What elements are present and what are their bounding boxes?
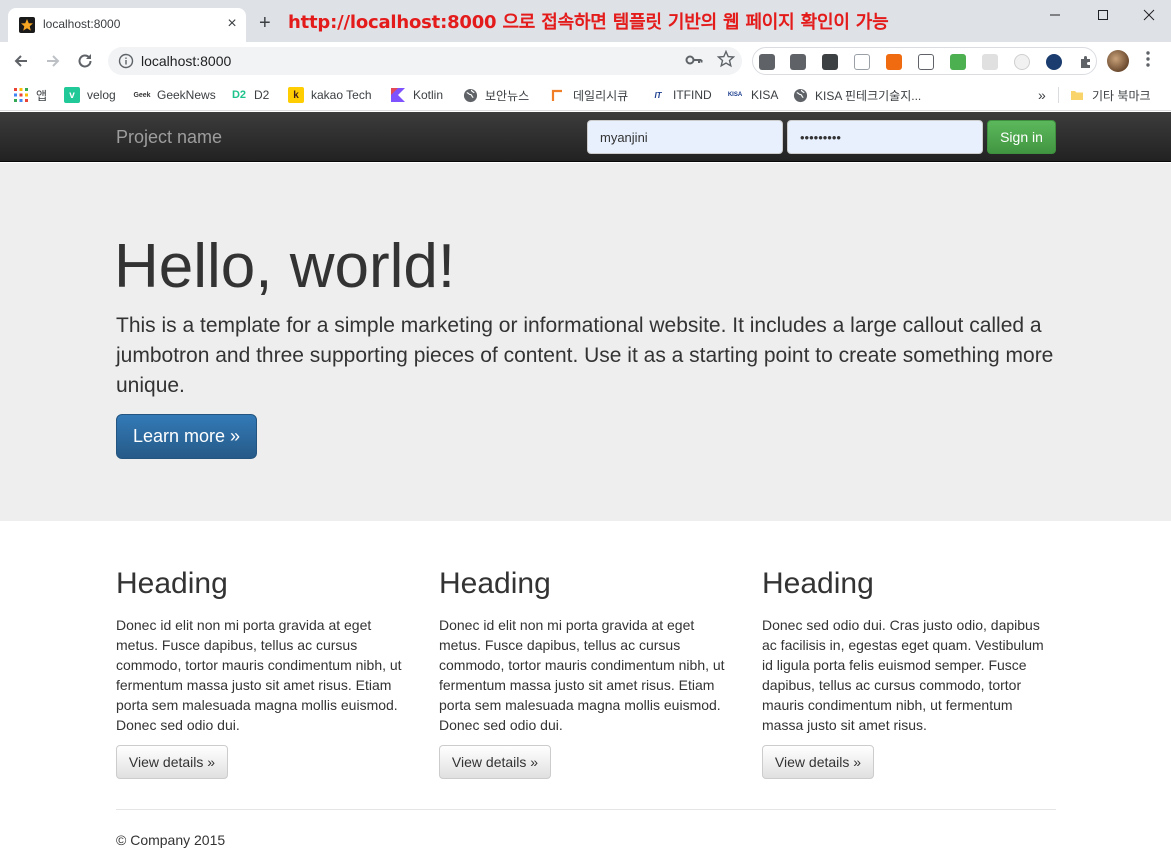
tab-localhost[interactable]: localhost:8000 × [8,8,246,42]
bookmark-star-icon[interactable] [716,49,736,73]
d2-icon: D2 [231,89,247,101]
bookmark-label: Kotlin [413,88,444,102]
extension-5-icon[interactable] [886,54,902,70]
column-text: Donec id elit non mi porta gravida at eg… [116,617,402,733]
tab-strip: localhost:8000 × + http://localhost:8000… [0,0,1171,42]
address-bar[interactable]: localhost:8000 [108,47,742,75]
back-icon[interactable] [10,50,32,72]
bookmark-kotlin[interactable]: Kotlin [390,85,443,105]
jumbotron-heading: Hello, world! [114,232,456,301]
globe-icon [792,87,808,103]
bookmark-kisa-fintech[interactable]: KISA 핀테크기술지... [792,85,921,105]
password-input[interactable] [787,120,983,154]
bookmark-label: GeekNews [157,88,216,102]
kotlin-icon [390,87,406,103]
folder-icon [1069,87,1085,103]
url-text[interactable]: localhost:8000 [141,53,231,69]
column-text: Donec id elit non mi porta gravida at eg… [439,617,725,733]
annotation-text: http://localhost:8000 으로 접속하면 템플릿 기반의 웹 … [288,12,889,33]
page-viewport: Project name Sign in Hello, world! This … [0,112,1171,855]
jumbotron-text: This is a template for a simple marketin… [116,314,1054,397]
bookmark-label: kakao Tech [311,88,372,102]
bookmark-label: 보안뉴스 [485,88,530,103]
maximize-icon[interactable] [1093,6,1113,26]
extension-3-icon[interactable] [822,54,838,70]
jumbotron: Hello, world! This is a template for a s… [0,163,1171,521]
bookmark-dailysecu[interactable]: 데일리시큐 [550,85,628,105]
favicon-icon [19,17,35,33]
tab-close-icon[interactable]: × [224,15,240,33]
bookmark-label: 데일리시큐 [573,88,629,103]
extension-4-icon[interactable] [854,54,870,70]
bookmarks-bar: 앱 v velog Geek GeekNews D2 D2 k kakao Te… [0,79,1171,111]
dailysecu-icon [550,87,566,103]
column-heading: Heading [116,567,228,600]
extensions-area [752,47,1097,75]
globe-icon [462,87,478,103]
bookmarks-separator [1058,87,1059,103]
kakao-icon: k [288,87,304,103]
apps-grid-icon [13,87,29,103]
velog-icon: v [64,87,80,103]
extension-10-icon[interactable] [1046,54,1062,70]
column-1: Heading Donec id elit non mi porta gravi… [116,566,416,735]
column-2: Heading Donec id elit non mi porta gravi… [439,566,739,735]
bookmark-apps[interactable]: 앱 [13,85,47,105]
extension-2-icon[interactable] [790,54,806,70]
geeknews-icon: Geek [133,91,151,99]
itfind-icon: IT [654,90,662,100]
forward-icon[interactable] [42,50,64,72]
bookmark-label: KISA [751,88,779,102]
extension-1-icon[interactable] [759,54,775,70]
bookmark-kisa[interactable]: KISA KISA [726,85,779,105]
footer-text: © Company 2015 [116,832,226,848]
brand-link[interactable]: Project name [116,127,222,148]
bookmark-kakao-tech[interactable]: k kakao Tech [288,85,372,105]
bookmark-label: velog [87,88,116,102]
view-details-button-1[interactable]: View details » [116,745,228,779]
footer-divider [116,809,1056,810]
bookmark-d2[interactable]: D2 D2 [231,85,269,105]
view-details-button-3[interactable]: View details » [762,745,874,779]
bookmark-other-folder[interactable]: 기타 북마크 [1069,85,1151,105]
info-icon[interactable] [118,53,134,69]
bookmarks-more-button[interactable]: » [1038,85,1046,105]
browser-toolbar: localhost:8000 [0,42,1171,79]
minimize-icon[interactable] [1045,6,1065,26]
close-window-icon[interactable] [1139,6,1159,26]
view-details-button-2[interactable]: View details » [439,745,551,779]
bookmark-label: 앱 [36,88,48,103]
new-tab-button[interactable]: + [259,13,271,33]
puzzle-icon[interactable] [1078,54,1094,70]
bookmark-geeknews[interactable]: Geek GeekNews [133,85,216,105]
reload-icon[interactable] [74,50,96,72]
kisa-icon: KISA [727,92,743,98]
column-text: Donec sed odio dui. Cras justo odio, dap… [762,617,1044,733]
extension-9-icon[interactable] [1014,54,1030,70]
column-heading: Heading [439,567,551,600]
tab-title: localhost:8000 [43,17,121,31]
bookmark-label: D2 [254,88,270,102]
extension-8-icon[interactable] [982,54,998,70]
key-icon[interactable] [685,52,703,71]
bookmark-boannews[interactable]: 보안뉴스 [462,85,529,105]
username-input[interactable] [587,120,783,154]
column-heading: Heading [762,567,874,600]
column-3: Heading Donec sed odio dui. Cras justo o… [762,566,1056,735]
browser-window: localhost:8000 × + http://localhost:8000… [0,0,1171,855]
extension-6-icon[interactable] [918,54,934,70]
bookmark-label: 기타 북마크 [1092,88,1151,103]
bookmark-itfind[interactable]: IT ITFIND [650,85,712,105]
site-navbar: Project name Sign in [0,112,1171,162]
bookmark-label: ITFIND [673,88,712,102]
menu-kebab-icon[interactable] [1145,50,1151,74]
extension-7-icon[interactable] [950,54,966,70]
bookmark-velog[interactable]: v velog [64,85,116,105]
bookmark-label: KISA 핀테크기술지... [815,88,922,103]
profile-avatar[interactable] [1107,50,1129,72]
sign-in-button[interactable]: Sign in [987,120,1056,154]
learn-more-button[interactable]: Learn more » [116,414,257,459]
